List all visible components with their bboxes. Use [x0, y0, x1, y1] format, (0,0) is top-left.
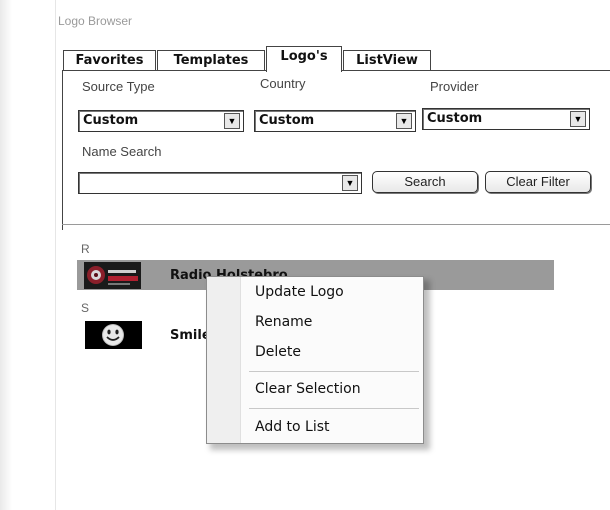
search-button[interactable]: Search — [372, 171, 478, 193]
menu-item-clear-selection[interactable]: Clear Selection — [255, 381, 361, 397]
menu-item-rename[interactable]: Rename — [255, 314, 312, 330]
group-letter-s: S — [81, 301, 90, 315]
source-type-select[interactable]: Custom ▼ — [78, 110, 244, 132]
tab-logos[interactable]: Logo's — [266, 46, 342, 72]
country-label: Country — [260, 76, 306, 91]
list-item-name[interactable]: Smile — [170, 328, 206, 343]
tab-listview[interactable]: ListView — [343, 50, 431, 70]
menu-item-delete[interactable]: Delete — [255, 344, 301, 360]
group-letter-r: R — [81, 242, 90, 256]
chevron-down-icon[interactable]: ▼ — [224, 113, 240, 129]
window-title: Logo Browser — [58, 14, 133, 28]
provider-label: Provider — [430, 79, 479, 94]
smiley-face-logo-icon[interactable] — [85, 321, 142, 349]
country-select[interactable]: Custom ▼ — [254, 110, 416, 132]
divider — [62, 224, 610, 227]
menu-item-add-to-list[interactable]: Add to List — [255, 419, 330, 435]
menu-separator — [249, 408, 419, 410]
menu-item-update-logo[interactable]: Update Logo — [255, 284, 344, 300]
name-search-label: Name Search — [82, 144, 162, 159]
name-search-input[interactable]: ▼ — [78, 172, 362, 194]
context-menu: Update Logo Rename Delete Clear Selectio… — [206, 276, 424, 444]
source-type-value: Custom — [83, 113, 139, 128]
menu-separator — [249, 371, 419, 373]
provider-value: Custom — [427, 111, 483, 126]
radio-holstebro-logo-icon[interactable] — [84, 262, 141, 289]
context-menu-gutter — [207, 277, 241, 443]
tab-favorites[interactable]: Favorites — [63, 50, 156, 70]
clear-filter-button[interactable]: Clear Filter — [485, 171, 591, 193]
tab-templates[interactable]: Templates — [157, 50, 265, 70]
country-value: Custom — [259, 113, 315, 128]
provider-select[interactable]: Custom ▼ — [422, 108, 590, 130]
chevron-down-icon[interactable]: ▼ — [342, 175, 358, 191]
source-type-label: Source Type — [82, 79, 155, 94]
background-edge — [0, 0, 12, 510]
chevron-down-icon[interactable]: ▼ — [396, 113, 412, 129]
chevron-down-icon[interactable]: ▼ — [570, 111, 586, 127]
